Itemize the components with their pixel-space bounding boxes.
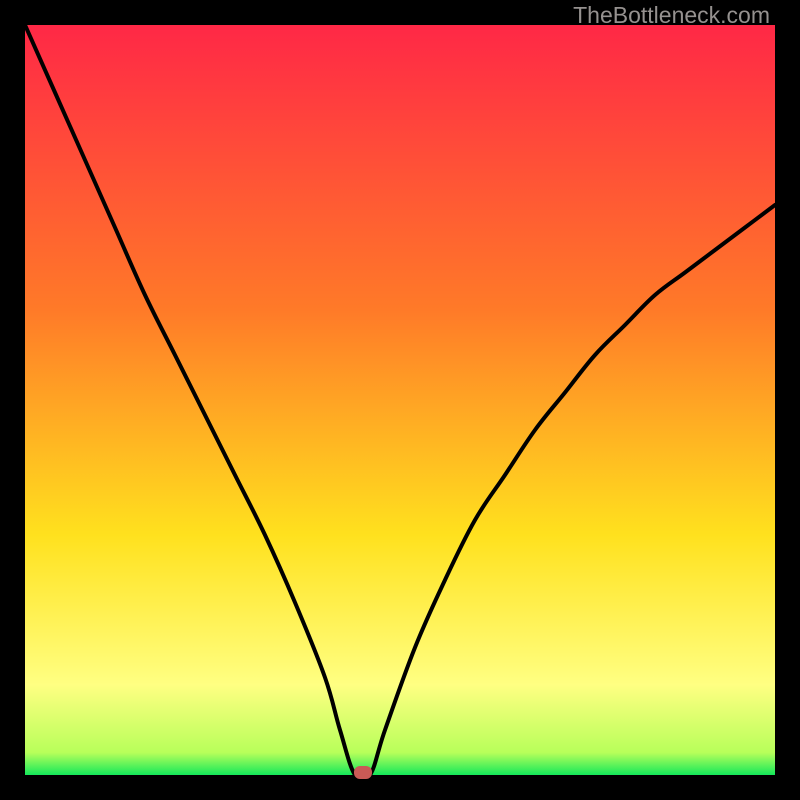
optimal-point-marker: [354, 766, 372, 779]
watermark-text: TheBottleneck.com: [573, 2, 770, 29]
gradient-background: [25, 25, 775, 775]
bottleneck-chart: [25, 25, 775, 775]
chart-frame: [25, 25, 775, 775]
